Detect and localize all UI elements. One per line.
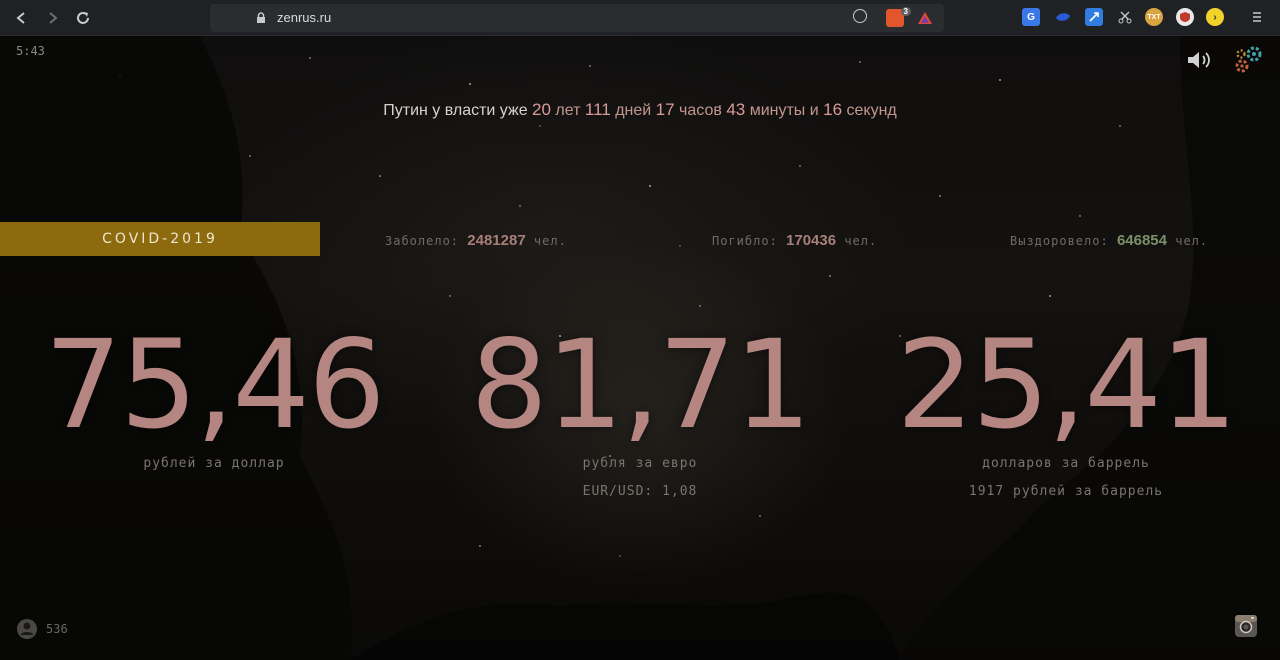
forward-icon <box>49 12 58 24</box>
putin-timer: Путин у власти уже 20 лет 111 дней 17 ча… <box>0 100 1280 120</box>
user-icon <box>17 619 37 639</box>
ublock-extension-icon[interactable] <box>1176 8 1194 26</box>
brave-rewards-icon[interactable] <box>916 9 934 27</box>
tracker-icon[interactable] <box>853 9 867 23</box>
extension-blue-icon[interactable] <box>1054 8 1072 26</box>
recovered-unit: чел. <box>1175 234 1209 248</box>
putin-minutes: 43 <box>726 100 746 119</box>
putin-seconds-unit: секунд <box>846 102 897 119</box>
putin-minutes-unit: минуты и <box>749 102 819 119</box>
menu-icon[interactable] <box>1248 8 1266 26</box>
translate-icon[interactable]: G <box>1022 8 1040 26</box>
instagram-icon <box>1235 615 1257 637</box>
lock-icon <box>257 12 265 23</box>
recovered-value: 646854 <box>1116 232 1167 249</box>
yellow-extension-icon[interactable]: › <box>1206 8 1224 26</box>
oil-rub-rate: 1917 рублей за баррель <box>968 484 1164 499</box>
usd-rate: 75,46 <box>44 314 385 456</box>
putin-days: 111 <box>584 100 611 119</box>
covid-infected: Заболело: 2481287 чел. <box>385 232 567 249</box>
visitors-count: 536 <box>46 622 68 636</box>
settings-button[interactable] <box>1232 44 1264 76</box>
instagram-button[interactable] <box>1234 614 1258 638</box>
died-unit: чел. <box>844 234 878 248</box>
eur-usd-rate: EUR/USD: 1,08 <box>582 484 698 499</box>
oil-rate: 25,41 <box>896 314 1237 456</box>
back-icon <box>16 12 25 24</box>
sound-button[interactable] <box>1186 48 1214 72</box>
back-button[interactable] <box>10 7 32 29</box>
clock: 5:43 <box>16 44 45 58</box>
putin-prefix: Путин у власти уже <box>383 102 528 119</box>
forward-button[interactable] <box>42 7 64 29</box>
browser-toolbar: zenrus.ru 3 G TXT › <box>0 0 1280 36</box>
speaker-icon <box>1188 52 1210 68</box>
recovered-label: Выздоровело: <box>1010 234 1109 248</box>
eur-caption: рубля за евро <box>582 456 698 471</box>
url-text: zenrus.ru <box>277 10 332 25</box>
died-value: 170436 <box>786 232 837 249</box>
putin-seconds: 16 <box>823 100 843 119</box>
oil-caption: долларов за баррель <box>982 456 1150 471</box>
putin-hours: 17 <box>655 100 675 119</box>
eur-rate: 81,71 <box>470 314 811 456</box>
gears-icon <box>1235 46 1262 73</box>
putin-years-unit: лет <box>555 102 581 119</box>
text-extension-icon[interactable]: TXT <box>1145 8 1163 26</box>
visitors-counter: 536 <box>16 618 68 640</box>
brave-shield-icon[interactable]: 3 <box>886 7 911 27</box>
covid-recovered: Выздоровело: 646854 чел. <box>1010 232 1208 249</box>
reload-button[interactable] <box>72 7 94 29</box>
putin-days-unit: дней <box>615 102 652 119</box>
usd-caption: рублей за доллар <box>143 456 285 471</box>
putin-hours-unit: часов <box>679 102 722 119</box>
address-bar[interactable]: zenrus.ru 3 <box>210 4 944 32</box>
reload-icon <box>77 12 89 24</box>
putin-years: 20 <box>532 100 551 119</box>
died-label: Погибло: <box>712 234 778 248</box>
infected-label: Заболело: <box>385 234 460 248</box>
scissors-icon[interactable] <box>1116 8 1134 26</box>
infected-unit: чел. <box>533 234 567 248</box>
brave-badge: 3 <box>900 7 911 16</box>
zenrus-page: 5:43 Путин у власти уже 20 лет 111 дней … <box>0 36 1280 660</box>
resize-extension-icon[interactable] <box>1085 8 1103 26</box>
covid-label[interactable]: COVID-2019 <box>0 222 320 256</box>
infected-value: 2481287 <box>467 232 526 249</box>
covid-died: Погибло: 170436 чел. <box>712 232 877 249</box>
